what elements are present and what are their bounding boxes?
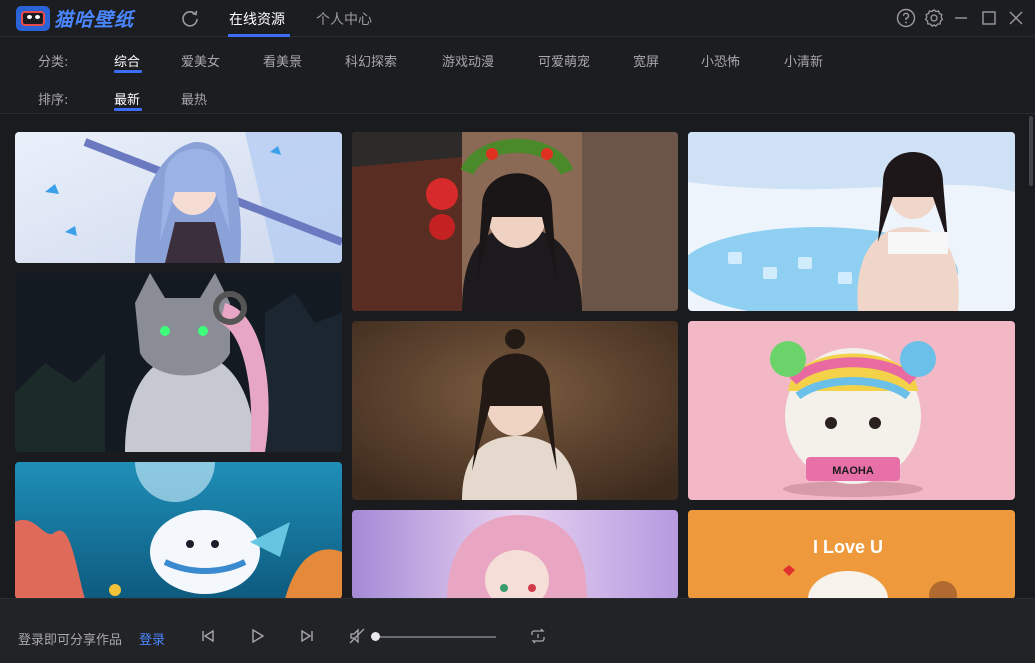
wallpaper-card[interactable]: MAOHA bbox=[688, 321, 1015, 500]
tab-personal-center[interactable]: 个人中心 bbox=[316, 9, 372, 29]
sort-active-indicator bbox=[114, 108, 142, 111]
cartoon-seal-underwater-image bbox=[15, 462, 342, 598]
knitted-plush-creature-image: MAOHA bbox=[688, 321, 1015, 500]
love-text: I Love U bbox=[813, 537, 883, 557]
sort-chip-hottest[interactable]: 最热 bbox=[181, 89, 207, 108]
settings-gear-icon[interactable] bbox=[923, 7, 945, 29]
share-prompt-text: 登录即可分享作品 bbox=[18, 633, 123, 648]
volume-slider-track[interactable] bbox=[376, 636, 496, 638]
app-name: 猫哈壁纸 bbox=[54, 9, 135, 31]
wallpaper-card[interactable]: I Love U bbox=[688, 510, 1015, 598]
wallpaper-gallery[interactable]: MAOHA I Love U bbox=[0, 113, 1035, 598]
category-chip-beauty[interactable]: 爱美女 bbox=[181, 51, 220, 70]
category-chip-scenery[interactable]: 看美景 bbox=[263, 51, 302, 70]
plush-text: MAOHA bbox=[832, 465, 874, 477]
maximize-icon[interactable] bbox=[978, 7, 1000, 29]
category-active-indicator bbox=[114, 70, 142, 73]
next-icon[interactable] bbox=[298, 627, 316, 645]
wallpaper-card[interactable] bbox=[15, 132, 342, 263]
help-icon[interactable] bbox=[895, 7, 917, 29]
wallpaper-card[interactable] bbox=[15, 462, 342, 598]
category-chip-widescreen[interactable]: 宽屏 bbox=[633, 51, 659, 70]
fluffy-pet-love-image: I Love U bbox=[688, 510, 1015, 598]
girl-vegetable-crown-image bbox=[352, 132, 678, 311]
login-link[interactable]: 登录 bbox=[139, 629, 165, 648]
tab-online-resources[interactable]: 在线资源 bbox=[229, 9, 285, 29]
category-chip-all[interactable]: 综合 bbox=[114, 51, 140, 70]
pink-hair-anime-girl-image bbox=[352, 510, 678, 598]
minimize-icon[interactable] bbox=[950, 7, 972, 29]
category-chip-cute-pets[interactable]: 可爱萌宠 bbox=[538, 51, 590, 70]
category-chip-horror[interactable]: 小恐怖 bbox=[701, 51, 740, 70]
portrait-girl-brown-backdrop-image bbox=[352, 321, 678, 500]
active-tab-indicator bbox=[228, 34, 290, 37]
anime-swordswoman-image bbox=[15, 132, 342, 263]
cyber-cat-warrior-image bbox=[15, 273, 342, 452]
filter-panel: 分类: 综合 爱美女 看美景 科幻探索 游戏动漫 可爱萌宠 宽屏 小恐怖 小清新… bbox=[0, 38, 1035, 113]
wallpaper-card[interactable] bbox=[15, 273, 342, 452]
category-chip-game-anime[interactable]: 游戏动漫 bbox=[442, 51, 494, 70]
wallpaper-card[interactable] bbox=[352, 510, 678, 598]
mute-icon[interactable] bbox=[348, 627, 366, 645]
close-icon[interactable] bbox=[1005, 7, 1027, 29]
previous-icon[interactable] bbox=[199, 627, 217, 645]
category-chip-scifi[interactable]: 科幻探索 bbox=[345, 51, 397, 70]
app-logo: 猫哈壁纸 bbox=[16, 5, 134, 32]
wallpaper-card[interactable] bbox=[352, 132, 678, 311]
category-label: 分类: bbox=[38, 55, 69, 70]
category-chip-fresh[interactable]: 小清新 bbox=[784, 51, 823, 70]
loop-icon[interactable] bbox=[529, 627, 547, 645]
sort-label: 排序: bbox=[38, 93, 69, 108]
woman-ice-bath-image bbox=[688, 132, 1015, 311]
cat-face-logo-icon bbox=[16, 6, 50, 31]
volume-slider-handle[interactable] bbox=[371, 632, 380, 641]
refresh-icon[interactable] bbox=[180, 8, 200, 28]
wallpaper-card[interactable] bbox=[688, 132, 1015, 311]
wallpaper-app-window: 猫哈壁纸 在线资源 个人中心 分类: 综合 爱美女 看美景 科幻探索 游戏动漫 … bbox=[0, 0, 1035, 663]
player-footer: 登录即可分享作品 登录 bbox=[0, 598, 1035, 663]
wallpaper-card[interactable] bbox=[352, 321, 678, 500]
play-icon[interactable] bbox=[248, 627, 266, 645]
title-bar: 猫哈壁纸 在线资源 个人中心 bbox=[0, 0, 1035, 37]
gallery-scrollbar[interactable] bbox=[1029, 116, 1033, 186]
sort-chip-newest[interactable]: 最新 bbox=[114, 89, 140, 108]
